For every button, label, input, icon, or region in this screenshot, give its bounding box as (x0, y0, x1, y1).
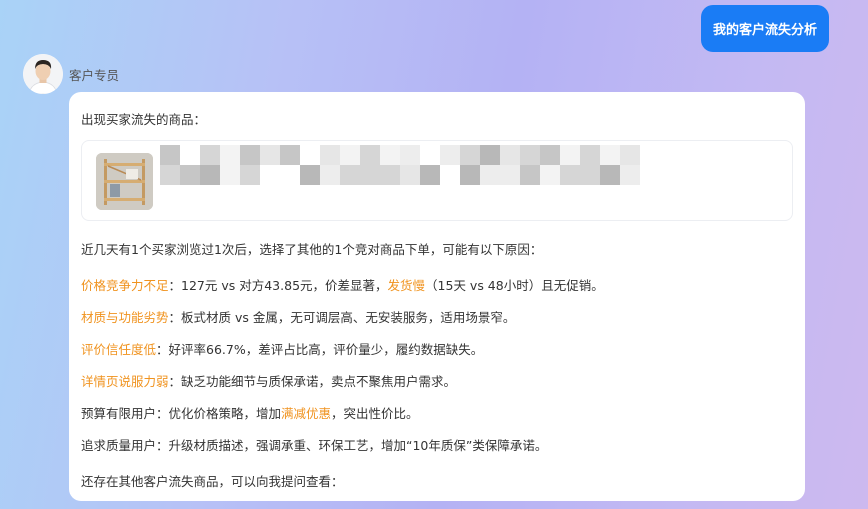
mosaic-cell (480, 145, 500, 165)
mosaic-cell (200, 145, 220, 165)
suggestion-quality: 追求质量用户：升级材质描述，强调承重、环保工艺，增加“10年质保”类保障承诺。 (81, 438, 548, 453)
intro-text: 出现买家流失的商品： (81, 112, 207, 127)
avatar-photo-icon (23, 54, 63, 94)
mosaic-cell (600, 165, 620, 185)
suggestion-budget: 预算有限用户：优化价格策略，增加满减优惠，突出性价比。 (81, 403, 419, 422)
mosaic-cell (420, 165, 440, 185)
reason-reviews-label: 评价信任度低 (81, 342, 157, 357)
user-message-bubble: 我的客户流失分析 (700, 5, 829, 52)
mosaic-cell (380, 145, 400, 165)
mosaic-cell (460, 145, 480, 165)
reason-material-label: 材质与功能劣势 (81, 310, 169, 325)
mosaic-cell (400, 145, 420, 165)
reason-detail-page-text: ：缺乏功能细节与质保承诺，卖点不聚焦用户需求。 (168, 374, 457, 389)
reason-price-label: 价格竞争力不足 (81, 278, 169, 293)
wooden-shelf-icon (96, 153, 153, 210)
suggestion-budget-highlight: 满减优惠 (281, 406, 332, 421)
mosaic-cell (180, 165, 200, 185)
mosaic-cell (340, 145, 360, 165)
product-image (96, 153, 153, 210)
summary-text: 近几天有1个买家浏览过1次后，选择了其他的1个竞对商品下单，可能有以下原因： (81, 242, 543, 257)
mosaic-cell (500, 165, 520, 185)
reason-detail-page: 详情页说服力弱：缺乏功能细节与质保承诺，卖点不聚焦用户需求。 (81, 371, 456, 390)
mosaic-cell (480, 165, 500, 185)
mosaic-cell (540, 145, 560, 165)
mosaic-cell (620, 165, 640, 185)
mosaic-cell (620, 145, 640, 165)
mosaic-cell (260, 145, 280, 165)
reason-price-text: ：127元 vs 对方43.85元，价差显著， (168, 278, 388, 293)
mosaic-cell (240, 145, 260, 165)
mosaic-cell (160, 165, 180, 185)
reason-shipping-text: （15天 vs 48小时）且无促销。 (425, 278, 604, 293)
mosaic-cell (600, 145, 620, 165)
mosaic-cell (580, 145, 600, 165)
closing-text: 还存在其他客户流失商品，可以向我提问查看： (81, 474, 344, 489)
mosaic-cell (360, 145, 380, 165)
mosaic-cell (200, 165, 220, 185)
mosaic-cell (300, 165, 320, 185)
mosaic-cell (460, 165, 480, 185)
agent-name: 客户专员 (69, 68, 120, 83)
mosaic-cell (160, 145, 180, 165)
suggestion-budget-text-end: ，突出性价比。 (331, 406, 419, 421)
reason-detail-page-label: 详情页说服力弱 (81, 374, 169, 389)
product-card[interactable] (81, 140, 793, 221)
mosaic-cell (340, 165, 360, 185)
mosaic-cell (560, 165, 580, 185)
blurred-product-title (160, 145, 640, 205)
mosaic-cell (400, 165, 420, 185)
mosaic-cell (320, 145, 340, 165)
reason-price: 价格竞争力不足：127元 vs 对方43.85元，价差显著，发货慢（15天 vs… (81, 275, 604, 294)
mosaic-cell (540, 165, 560, 185)
reason-material: 材质与功能劣势：板式材质 vs 金属，无可调层高、无安装服务，适用场景窄。 (81, 307, 515, 326)
mosaic-cell (520, 165, 540, 185)
reason-reviews-text: ：好评率66.7%，差评占比高，评价量少，履约数据缺失。 (156, 342, 484, 357)
suggestion-budget-text: 预算有限用户：优化价格策略，增加 (81, 406, 282, 421)
mosaic-cell (520, 145, 540, 165)
mosaic-cell (320, 165, 340, 185)
mosaic-cell (280, 145, 300, 165)
reason-shipping-label: 发货慢 (387, 278, 426, 293)
mosaic-cell (220, 145, 240, 165)
mosaic-cell (440, 145, 460, 165)
mosaic-cell (380, 165, 400, 185)
mosaic-cell (580, 165, 600, 185)
mosaic-cell (500, 145, 520, 165)
mosaic-cell (560, 145, 580, 165)
response-card: 出现买家流失的商品： 近几天有1个买家浏览过1次后，选择了其他的1个竞对商品下单… (69, 92, 805, 501)
mosaic-cell (220, 165, 240, 185)
reason-material-text: ：板式材质 vs 金属，无可调层高、无安装服务，适用场景窄。 (168, 310, 516, 325)
agent-avatar (23, 54, 63, 94)
mosaic-cell (240, 165, 260, 185)
reason-reviews: 评价信任度低：好评率66.7%，差评占比高，评价量少，履约数据缺失。 (81, 339, 483, 358)
mosaic-cell (360, 165, 380, 185)
